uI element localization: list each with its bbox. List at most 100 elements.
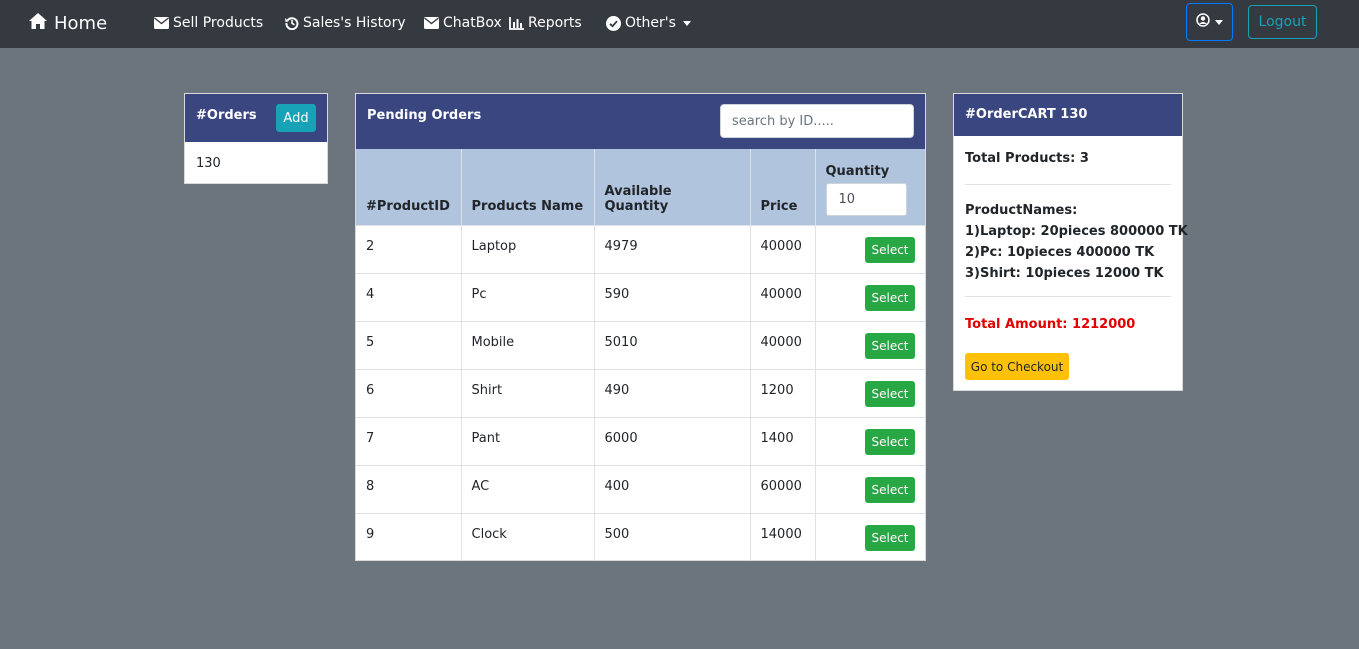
product-names-label: ProductNames:: [965, 203, 1078, 218]
select-button[interactable]: Select: [865, 477, 915, 503]
cell-product-name-text: Clock: [471, 526, 507, 542]
chevron-down-icon: [682, 20, 691, 26]
order-cart-card: #OrderCART 130 Total Products: 3 Product…: [953, 93, 1188, 391]
cell-product-id: 8: [356, 465, 462, 513]
chevron-down-icon: [1215, 19, 1223, 25]
cell-product-id: 6: [356, 369, 462, 417]
cell-price-text: 14000: [760, 526, 802, 542]
cell-action: Select: [815, 513, 925, 561]
nav-sales-history-label: Sales's History: [303, 15, 406, 31]
cell-product-name: Shirt: [461, 369, 595, 417]
cell-price-text: 40000: [760, 334, 802, 350]
cell-price: 40000: [750, 321, 816, 369]
cell-product-name-text: Shirt: [471, 382, 503, 398]
user-circle-icon: [1196, 13, 1210, 31]
cell-product-id-text: 2: [366, 238, 375, 254]
cell-product-id-text: 6: [366, 382, 375, 398]
cell-product-name: AC: [461, 465, 595, 513]
cell-price-text: 1200: [760, 382, 794, 398]
table-header-row: #ProductID Products Name Available Quant…: [356, 149, 925, 225]
cell-price-text: 1400: [760, 430, 794, 446]
orders-card-header: #Orders Add: [185, 94, 327, 142]
divider: [965, 184, 1171, 185]
pending-orders-card: Pending Orders #ProductID Products Name …: [355, 93, 926, 561]
table-row: 2 Laptop 4979 40000 Select: [356, 225, 925, 273]
order-cart-title: #OrderCART 130: [965, 107, 1088, 122]
cell-price: 60000: [750, 465, 816, 513]
nav-sell-products-label: Sell Products: [173, 15, 264, 31]
home-link[interactable]: Home: [28, 11, 107, 35]
bar-chart-icon: [509, 16, 524, 30]
cell-product-name-text: Laptop: [471, 238, 517, 254]
cell-available-quantity: 590: [594, 273, 751, 321]
column-header-product-id: #ProductID: [356, 149, 462, 225]
column-header-price: Price: [750, 149, 816, 225]
column-header-quantity: Quantity: [815, 149, 925, 225]
search-input[interactable]: [720, 104, 914, 138]
nav-chatbox[interactable]: ChatBox: [424, 13, 502, 33]
cell-price: 1200: [750, 369, 816, 417]
user-menu-button[interactable]: [1186, 3, 1233, 41]
nav-reports[interactable]: Reports: [509, 13, 582, 33]
history-icon: [285, 16, 299, 30]
cell-available-quantity: 490: [594, 369, 751, 417]
table-row: 5 Mobile 5010 40000 Select: [356, 321, 925, 369]
select-button[interactable]: Select: [865, 237, 915, 263]
column-header-product-name: Products Name: [461, 149, 595, 225]
table-row: 6 Shirt 490 1200 Select: [356, 369, 925, 417]
pending-orders-header: Pending Orders: [356, 94, 925, 149]
order-cart-body: Total Products: 3 ProductNames: 1)Laptop…: [965, 148, 1188, 335]
cell-product-name: Pc: [461, 273, 595, 321]
total-products: Total Products: 3: [965, 151, 1089, 166]
cell-product-name: Laptop: [461, 225, 595, 273]
table-row: 4 Pc 590 40000 Select: [356, 273, 925, 321]
column-header-available-quantity: Available Quantity: [594, 149, 751, 225]
checkout-button[interactable]: Go to Checkout: [965, 353, 1069, 380]
nav-others-label: Other's: [625, 15, 676, 31]
cell-price-text: 40000: [760, 286, 802, 302]
quantity-label: Quantity: [825, 163, 890, 179]
divider: [965, 296, 1171, 297]
nav-sell-products[interactable]: Sell Products: [154, 13, 263, 33]
nav-sales-history[interactable]: Sales's History: [285, 13, 406, 33]
quantity-input[interactable]: [825, 182, 907, 216]
cell-action: Select: [815, 369, 925, 417]
cell-product-name: Mobile: [461, 321, 595, 369]
order-list-item[interactable]: 130: [196, 156, 221, 171]
cell-product-name-text: Mobile: [471, 334, 515, 350]
home-icon: [28, 12, 48, 35]
cell-product-id: 9: [356, 513, 462, 561]
cell-price: 40000: [750, 225, 816, 273]
cell-available-quantity-text: 400: [604, 478, 630, 494]
cell-product-name: Pant: [461, 417, 595, 465]
cell-available-quantity: 4979: [594, 225, 751, 273]
select-button[interactable]: Select: [865, 525, 915, 552]
select-button[interactable]: Select: [865, 381, 915, 407]
select-button[interactable]: Select: [865, 333, 915, 359]
orders-card: #Orders Add 130: [184, 93, 328, 184]
cart-product-item: 1)Laptop: 20pieces 800000 TK: [965, 224, 1188, 239]
select-button[interactable]: Select: [865, 285, 915, 311]
cell-available-quantity-text: 500: [604, 526, 630, 542]
nav-others-dropdown[interactable]: Other's: [606, 13, 691, 33]
cart-product-item: 3)Shirt: 10pieces 12000 TK: [965, 266, 1164, 281]
cell-available-quantity: 6000: [594, 417, 751, 465]
cell-price: 14000: [750, 513, 816, 561]
logout-button[interactable]: Logout: [1248, 5, 1317, 39]
cell-product-id: 7: [356, 417, 462, 465]
cell-available-quantity-text: 490: [604, 382, 630, 398]
orders-title: #Orders: [196, 108, 257, 123]
select-button[interactable]: Select: [865, 429, 915, 455]
cell-product-name-text: AC: [471, 478, 490, 494]
cell-product-name-text: Pc: [471, 286, 487, 302]
cell-available-quantity: 500: [594, 513, 751, 561]
table-row: 7 Pant 6000 1400 Select: [356, 417, 925, 465]
cell-product-name: Clock: [461, 513, 595, 561]
cell-product-name-text: Pant: [471, 430, 501, 446]
add-order-button[interactable]: Add: [276, 104, 316, 132]
cell-product-id: 4: [356, 273, 462, 321]
cell-product-id: 5: [356, 321, 462, 369]
cell-available-quantity-text: 5010: [604, 334, 638, 350]
nav-reports-label: Reports: [528, 15, 582, 31]
top-navbar: Home Sell Products Sales's History ChatB…: [0, 0, 1359, 48]
